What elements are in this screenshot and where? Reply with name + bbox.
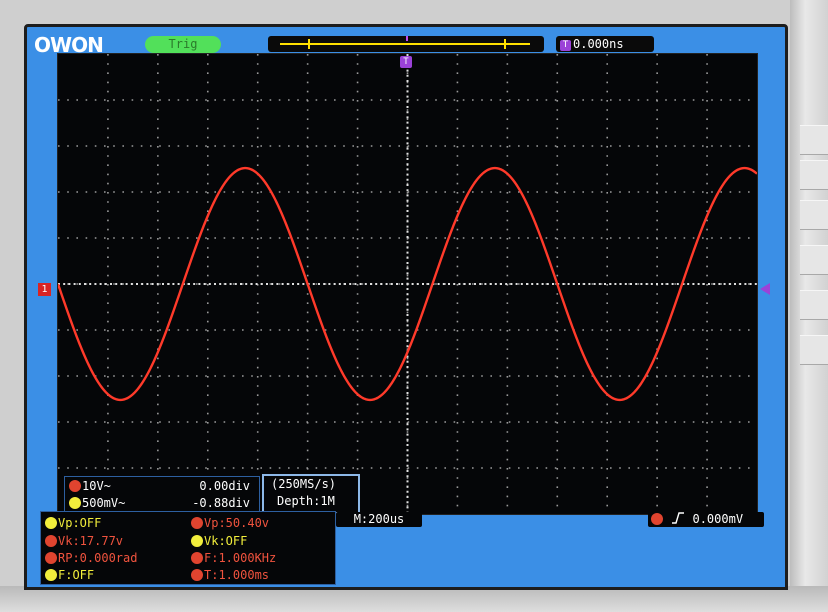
ch1-info-row[interactable]: 10V~ 0.00div xyxy=(69,478,257,494)
side-button-1[interactable] xyxy=(800,125,828,155)
timebase-readout[interactable]: M:200us xyxy=(336,512,422,527)
ch2-info-row[interactable]: 500mV~ -0.88div xyxy=(69,495,257,511)
ch1-dot-icon xyxy=(69,480,81,492)
trigger-position-marker: T xyxy=(400,56,412,68)
trigger-icon: T xyxy=(560,40,571,51)
meas-t-ch1: T:1.000ms xyxy=(191,567,269,583)
meas-f-ch1: F:1.000KHz xyxy=(191,550,276,566)
ch1-dot-icon xyxy=(651,513,663,525)
ch2-dot-icon xyxy=(45,517,57,529)
memory-depth: Depth:1M xyxy=(277,494,335,508)
ch1-scale: 10V~ xyxy=(82,479,111,493)
side-button-2[interactable] xyxy=(800,160,828,190)
waveform-display xyxy=(57,53,758,515)
trigger-time-offset: T 0.000ns xyxy=(556,36,654,52)
ch1-dot-icon xyxy=(45,552,57,564)
meas-vp-ch1: Vp:50.40v xyxy=(191,515,269,531)
sample-rate: (250MS/s) xyxy=(271,477,337,491)
meas-f-ch2: F:OFF xyxy=(45,567,94,583)
trigger-position-bar xyxy=(268,36,544,52)
ch2-dot-icon xyxy=(69,497,81,509)
waveform-graticule xyxy=(58,54,757,514)
ch1-dot-icon xyxy=(191,552,203,564)
side-button-3[interactable] xyxy=(800,200,828,230)
rising-edge-icon xyxy=(672,512,685,524)
ch2-dot-icon xyxy=(45,569,57,581)
window-left-tick xyxy=(308,39,310,49)
ch2-position: -0.88div xyxy=(192,496,250,510)
trigger-status-badge: Trig xyxy=(145,36,221,53)
acquisition-info: (250MS/s) Depth:1M xyxy=(262,474,360,514)
ch1-position: 0.00div xyxy=(199,479,250,493)
meas-vp-ch2: Vp:OFF xyxy=(45,515,101,531)
meas-rp-ch1: RP:0.000rad xyxy=(45,550,137,566)
meas-vk-ch2: Vk:OFF xyxy=(191,533,247,549)
ch1-dot-icon xyxy=(191,517,203,529)
ch2-scale: 500mV~ xyxy=(82,496,126,510)
window-right-tick xyxy=(504,39,506,49)
ch1-dot-icon xyxy=(191,569,203,581)
ch2-dot-icon xyxy=(191,535,203,547)
side-button-5[interactable] xyxy=(800,290,828,320)
trigger-point-tick xyxy=(406,36,408,41)
trigger-level-value: 0.000mV xyxy=(692,512,744,526)
trigger-level-arrow-icon xyxy=(760,283,770,295)
side-button-6[interactable] xyxy=(800,335,828,365)
meas-vk-ch1: Vk:17.77v xyxy=(45,533,123,549)
ch1-dot-icon xyxy=(45,535,57,547)
ch1-ground-marker: 1 xyxy=(38,283,51,296)
measurement-panel: Vp:OFF Vk:17.77v RP:0.000rad F:OFF Vp:50… xyxy=(40,511,336,585)
memory-window-line xyxy=(280,43,530,45)
channel-info-panel: 10V~ 0.00div 500mV~ -0.88div xyxy=(64,476,260,514)
side-button-4[interactable] xyxy=(800,245,828,275)
time-offset-value: 0.000ns xyxy=(573,37,624,51)
trigger-level-readout[interactable]: 0.000mV xyxy=(648,512,764,527)
